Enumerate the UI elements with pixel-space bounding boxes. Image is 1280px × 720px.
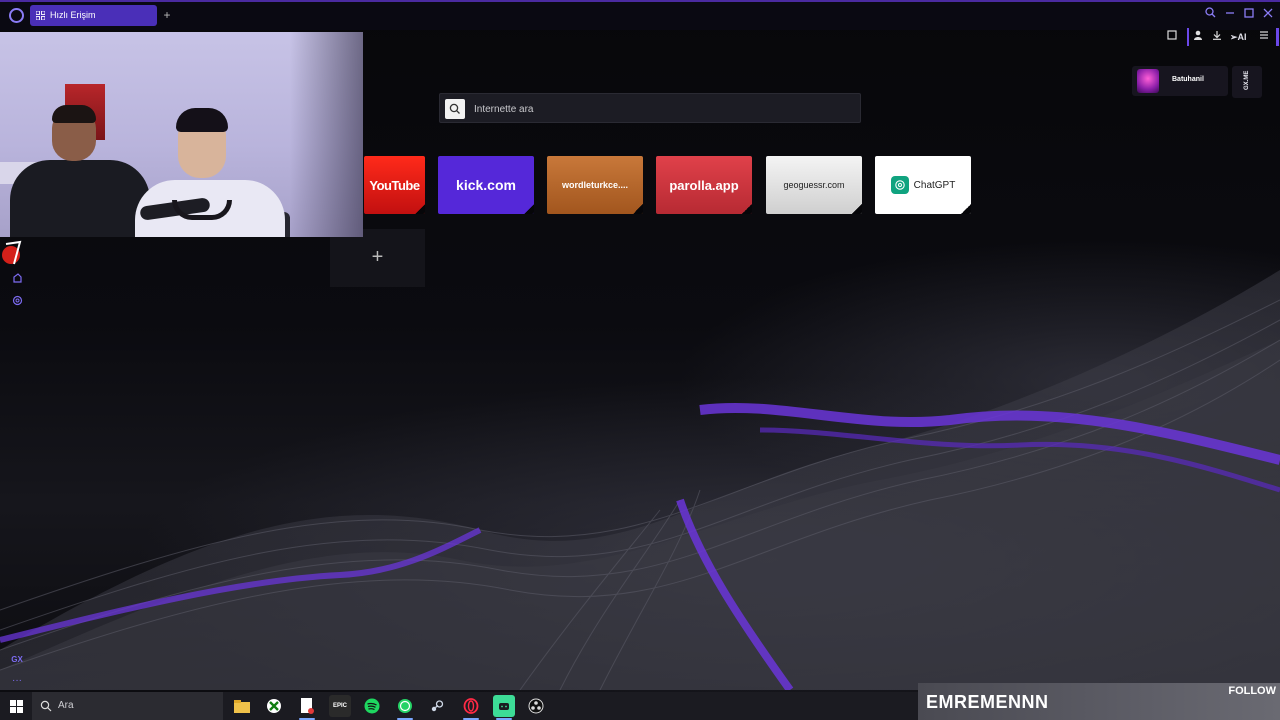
toolbar-edge-accent [1276, 28, 1279, 46]
new-tab-button[interactable]: + [161, 8, 173, 22]
profile-name: Batuhanil [1172, 76, 1204, 83]
person-left-hair [52, 105, 96, 123]
add-speed-dial-button[interactable]: + [330, 229, 425, 287]
search-icon [445, 99, 465, 119]
file-explorer-icon[interactable] [231, 695, 253, 717]
epic-label: EPIC [332, 703, 347, 709]
opera-gx-icon[interactable] [460, 695, 482, 720]
minimize-icon[interactable] [1223, 7, 1237, 21]
speed-dial-chatgpt[interactable]: ChatGPT [875, 156, 971, 214]
stream-follow-overlay: EMREMENNN FOLLOW [918, 683, 1280, 720]
download-icon[interactable] [1210, 30, 1224, 44]
speed-dial-kick[interactable]: kick.com [438, 156, 534, 214]
opera-gx-menu-icon[interactable] [9, 8, 24, 23]
speed-dial-wordleturkce[interactable]: wordleturkce.... [547, 156, 643, 214]
taskbar-search[interactable]: Ara [32, 692, 223, 720]
notepad-icon[interactable] [296, 695, 318, 720]
profile-icon[interactable] [1191, 30, 1205, 44]
sidebar-gx-corner-icon[interactable] [10, 273, 24, 287]
aria-ai-button[interactable]: ➢AI [1230, 30, 1247, 44]
wallpaper-waves [0, 270, 1280, 690]
tab-label: Hızlı Erişim [50, 10, 96, 20]
desktop-screen: Hızlı Erişim + ➢AI İnternette ara YouTub… [0, 0, 1280, 720]
streamer-logo-icon [2, 240, 22, 265]
speed-dial-geoguessr[interactable]: geoguessr.com [766, 156, 862, 214]
chatgpt-logo-icon [890, 176, 909, 194]
xbox-icon[interactable] [263, 695, 285, 717]
follow-label: FOLLOW [1228, 685, 1276, 697]
plus-icon: + [371, 246, 384, 268]
speed-dial-label: geoguessr.com [783, 180, 845, 190]
easy-setup-menu-icon[interactable] [1257, 30, 1271, 44]
gx-profile-card[interactable]: Batuhanil [1132, 66, 1228, 96]
background-shadow [290, 32, 363, 237]
speed-dial-youtube[interactable]: YouTube [364, 156, 425, 214]
person-left-body [10, 160, 150, 237]
sidebar-more-icon[interactable]: ··· [10, 674, 24, 688]
web-search-box[interactable] [439, 93, 861, 123]
speed-dial-label: parolla.app [669, 177, 739, 193]
streamer-name: EMREMENNN [926, 692, 1049, 712]
gx-me-label: GX.ME [1244, 70, 1250, 90]
grid-icon [36, 11, 45, 20]
speed-dial-label: YouTube [369, 177, 420, 193]
tab-speed-dial[interactable]: Hızlı Erişim [30, 5, 157, 26]
whatsapp-icon[interactable] [394, 695, 416, 720]
windows-icon [9, 699, 23, 713]
speed-dial-label: kick.com [456, 177, 516, 193]
spotify-icon[interactable] [361, 695, 383, 717]
person-right-hair [176, 108, 228, 132]
start-button[interactable] [0, 692, 32, 720]
android-app-icon[interactable] [493, 695, 515, 720]
speed-dial-parolla[interactable]: parolla.app [656, 156, 752, 214]
ai-label: AI [1237, 32, 1247, 42]
close-icon[interactable] [1261, 7, 1275, 21]
speed-dial-label: wordleturkce.... [561, 180, 629, 190]
tab-strip: Hızlı Erişim + [0, 0, 1280, 30]
maximize-icon[interactable] [1242, 7, 1256, 21]
toolbar-separator [1187, 28, 1189, 46]
snapshot-icon[interactable] [1165, 30, 1179, 44]
search-icon [40, 700, 52, 712]
epic-games-icon[interactable]: EPIC [329, 695, 351, 717]
steam-icon[interactable] [426, 695, 448, 717]
taskbar-search-label: Ara [58, 700, 74, 711]
search-tabs-icon[interactable] [1203, 7, 1217, 21]
obs-icon[interactable] [525, 695, 547, 717]
avatar [1137, 69, 1159, 93]
sidebar-settings-icon[interactable] [10, 295, 24, 309]
search-input[interactable] [474, 100, 844, 118]
sidebar-gx-label[interactable]: GX [10, 653, 24, 667]
webcam-overlay [0, 32, 363, 237]
gx-me-button[interactable]: GX.ME [1232, 66, 1262, 98]
send-icon: ➢ [1230, 32, 1238, 42]
speed-dial-label: ChatGPT [913, 179, 956, 191]
